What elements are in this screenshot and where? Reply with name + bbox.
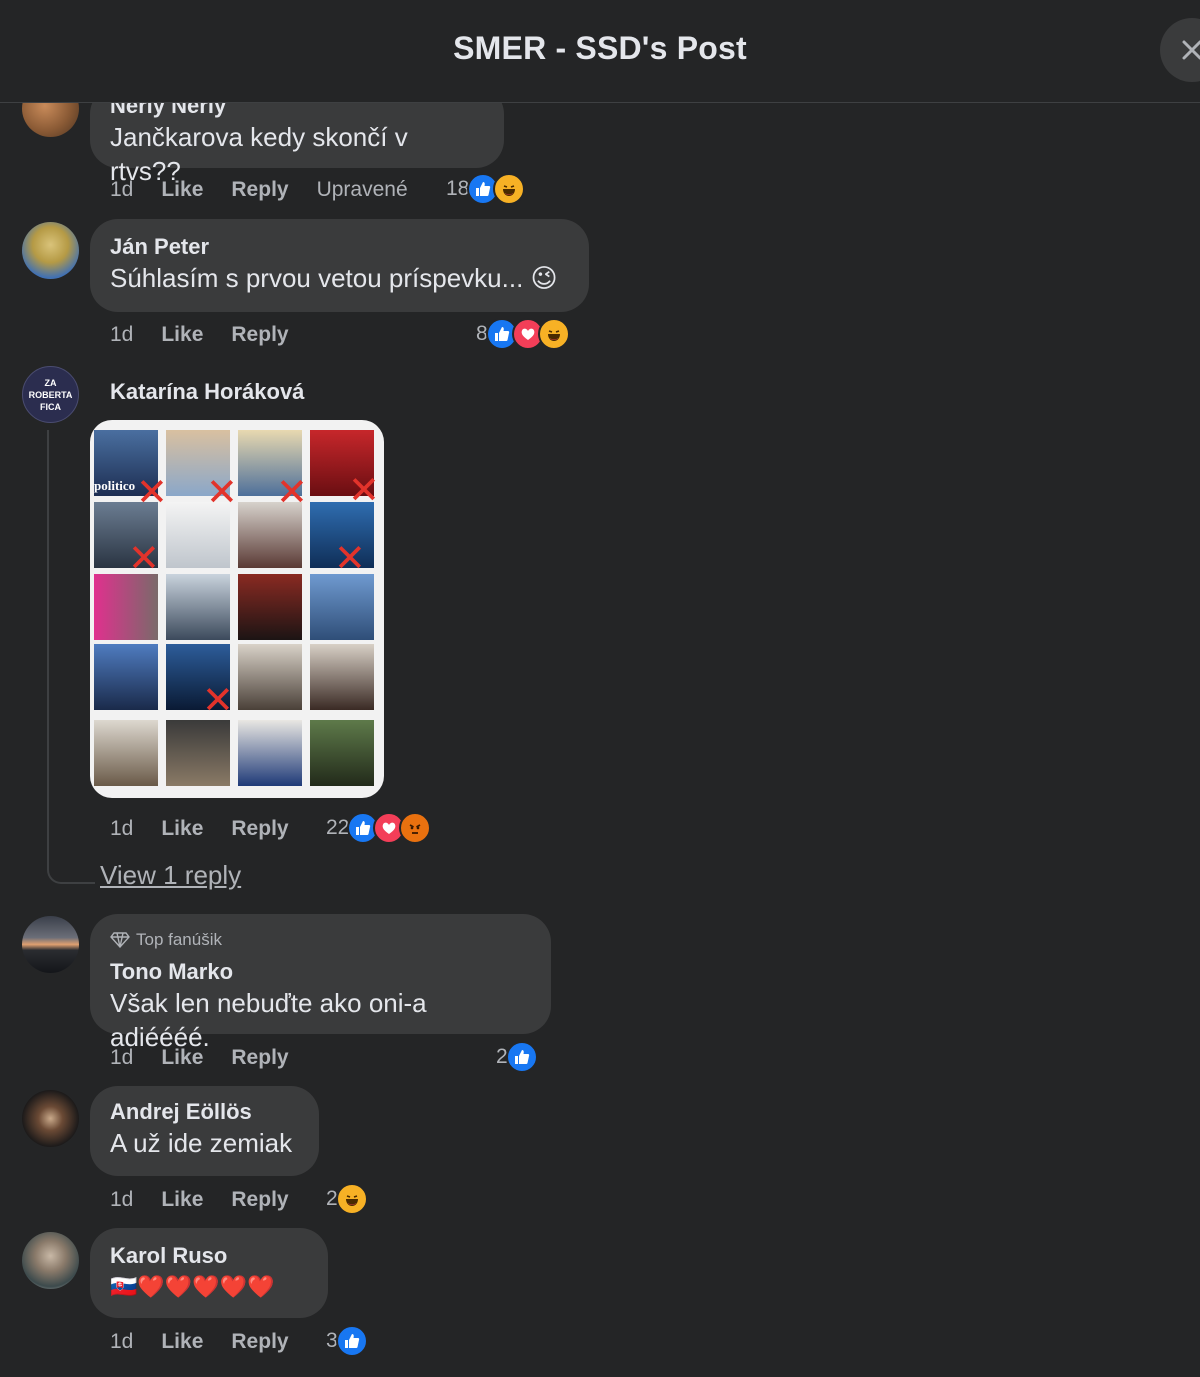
red-cross-mark: ✕ [202,680,234,722]
like-button[interactable]: Like [161,1330,203,1354]
photo-collage: politico ✕ ✕ ✕ ✕ ✕ ✕ ✕ [94,430,380,792]
like-button[interactable]: Like [161,178,203,202]
comment-photo[interactable]: politico ✕ ✕ ✕ ✕ ✕ ✕ ✕ [90,420,384,798]
collage-portrait [310,574,374,640]
collage-portrait [310,644,374,710]
close-button[interactable] [1160,18,1200,82]
comment-text: A už ide zemiak [110,1128,293,1158]
commenter-name[interactable]: Tono Marko [110,958,531,986]
red-cross-mark: ✕ [128,538,160,580]
comment-bubble: Andrej Eöllös A už ide zemiak [90,1086,319,1176]
comment-actions: 1d Like Reply [110,1043,317,1073]
commenter-name[interactable]: Karol Ruso [110,1242,308,1270]
reaction-summary[interactable]: 18 [446,172,526,206]
reaction-summary[interactable]: 2 [496,1040,538,1074]
reaction-count: 18 [446,177,470,200]
angry-icon [399,812,432,844]
comment-time[interactable]: 1d [110,1188,133,1212]
reaction-summary[interactable]: 2 [326,1182,368,1216]
post-header: SMER - SSD's Post [0,0,1200,103]
like-button[interactable]: Like [161,817,203,841]
haha-icon [537,318,570,350]
avatar[interactable] [22,222,79,279]
commenter-name[interactable]: Ján Peter [110,233,569,261]
comment-actions: 1d Like Reply [110,1185,317,1215]
comment-time[interactable]: 1d [110,323,133,347]
thread-connector [47,430,95,884]
reply-button[interactable]: Reply [231,178,288,202]
haha-icon [335,1183,368,1215]
close-icon [1182,40,1200,60]
red-cross-mark: ✕ [206,472,238,514]
diamond-icon [110,932,130,948]
comment-actions: 1d Like Reply [110,1327,317,1357]
comment-bubble: Ján Peter Súhlasím s prvou vetou príspev… [90,219,589,312]
comments-thread: Neřly Neřly Jančkarova kedy skončí v rtv… [0,0,1200,1377]
reply-button[interactable]: Reply [231,817,288,841]
comment-time[interactable]: 1d [110,817,133,841]
edited-label: Upravené [316,178,408,201]
collage-portrait [94,720,158,786]
red-cross-mark: ✕ [136,472,168,514]
collage-portrait [238,574,302,640]
comment-bubble: Karol Ruso 🇸🇰❤️❤️❤️❤️❤️ [90,1228,328,1318]
reaction-summary[interactable]: 3 [326,1324,368,1358]
collage-portrait [166,574,230,640]
page-title: SMER - SSD's Post [453,30,747,66]
top-fan-badge: Top fanúšik [110,928,531,952]
comment-text: Súhlasím s prvou vetou príspevku... 😉 [110,263,558,293]
reply-button[interactable]: Reply [231,323,288,347]
comment-actions: 1d Like Reply [110,320,317,350]
comment-time[interactable]: 1d [110,1330,133,1354]
reply-button[interactable]: Reply [231,1046,288,1070]
collage-portrait [166,720,230,786]
view-replies-link[interactable]: View 1 reply [100,860,241,891]
avatar[interactable]: ZA ROBERTA FICA [22,366,79,423]
badge-label: Top fanúšik [136,930,222,949]
reaction-summary[interactable]: 8 [476,317,570,351]
comment-bubble: Top fanúšik Tono Marko Však len nebuďte … [90,914,551,1052]
like-button[interactable]: Like [161,1046,203,1070]
collage-portrait [238,720,302,786]
reply-button[interactable]: Reply [231,1330,288,1354]
comment-time[interactable]: 1d [110,1046,133,1070]
comment-time[interactable]: 1d [110,178,133,202]
avatar[interactable] [22,1090,79,1147]
commenter-name[interactable]: Andrej Eöllös [110,1098,299,1126]
avatar-label: ZA ROBERTA FICA [28,378,73,412]
comment-text: 🇸🇰❤️❤️❤️❤️❤️ [110,1274,275,1299]
like-icon [505,1041,538,1073]
avatar[interactable] [22,916,79,973]
reaction-summary[interactable]: 22 [326,811,432,845]
collage-portrait [238,644,302,710]
haha-icon [493,173,526,205]
commenter-name[interactable]: Katarína Horáková [110,378,304,406]
red-cross-mark: ✕ [334,538,366,580]
comment-actions: 1d Like Reply Upravené [110,175,444,205]
reply-button[interactable]: Reply [231,1188,288,1212]
photo-caption: politico [94,478,136,493]
like-icon [335,1325,368,1357]
collage-portrait [310,720,374,786]
comment-actions: 1d Like Reply [110,814,317,844]
reaction-count: 22 [326,816,350,839]
like-button[interactable]: Like [161,323,203,347]
like-button[interactable]: Like [161,1188,203,1212]
collage-portrait [94,644,158,710]
red-cross-mark: ✕ [276,472,308,514]
collage-portrait [94,574,158,640]
avatar[interactable] [22,1232,79,1289]
red-cross-mark: ✕ [348,470,380,512]
